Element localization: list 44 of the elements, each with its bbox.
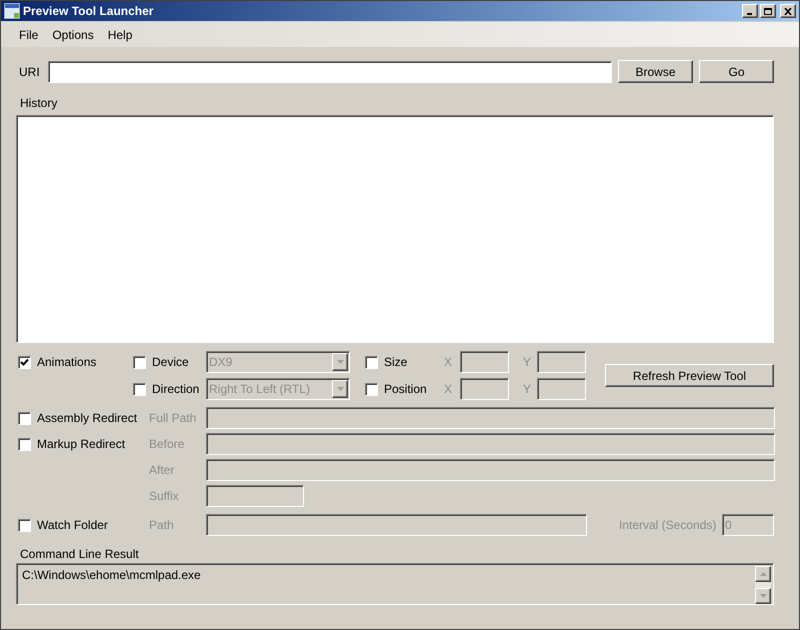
menu-item[interactable]: Options [45, 26, 101, 44]
refresh-preview-button[interactable]: Refresh Preview Tool [605, 364, 774, 387]
field-label: Before [149, 436, 186, 453]
close-button[interactable] [780, 4, 796, 18]
y-label: Y [523, 354, 532, 371]
text-field[interactable] [537, 378, 586, 400]
checkbox-label: Size [384, 354, 408, 371]
close-icon [784, 8, 792, 14]
app-icon [4, 3, 20, 19]
field-label: Suffix [149, 488, 180, 505]
checkbox[interactable] [18, 356, 31, 368]
window-title: Preview Tool Launcher [23, 3, 154, 20]
y-label: Y [523, 381, 532, 398]
go-button[interactable]: Go [699, 60, 774, 83]
x-label: X [444, 381, 454, 398]
uri-input[interactable] [48, 60, 612, 82]
field-label: After [149, 462, 176, 479]
checkbox-label: Device [152, 354, 189, 371]
minimize-button[interactable] [742, 4, 758, 18]
browse-button[interactable]: Browse [618, 60, 693, 83]
command-line-label: Command Line Result [19, 547, 140, 562]
menu-item[interactable]: Help [100, 26, 140, 44]
checkbox-label: Watch Folder [37, 517, 108, 534]
maximize-icon [764, 8, 772, 14]
menu-item[interactable]: File [12, 26, 46, 44]
scroll-up-icon[interactable] [755, 566, 771, 582]
checkbox-label: Animations [37, 354, 96, 371]
text-field[interactable] [206, 459, 775, 481]
text-field[interactable] [206, 485, 304, 507]
maximize-button[interactable] [760, 4, 776, 18]
x-label: X [444, 354, 454, 371]
scrollbar[interactable] [755, 566, 771, 604]
checkbox-label: Markup Redirect [37, 436, 126, 453]
checkbox-label: Assembly Redirect [37, 410, 138, 427]
uri-label: URI [18, 64, 41, 80]
text-field[interactable] [537, 351, 586, 373]
checkbox-label: Position [384, 381, 427, 398]
command-line-output: C:\Windows\ehome\mcmlpad.exe [16, 563, 774, 605]
history-label: History [19, 96, 58, 111]
scroll-down-icon[interactable] [755, 588, 771, 604]
field-label: Full Path [149, 410, 198, 427]
checkbox-label: Direction [152, 381, 200, 398]
path-label: Path [149, 517, 175, 534]
interval-label: Interval (Seconds) [619, 517, 718, 534]
